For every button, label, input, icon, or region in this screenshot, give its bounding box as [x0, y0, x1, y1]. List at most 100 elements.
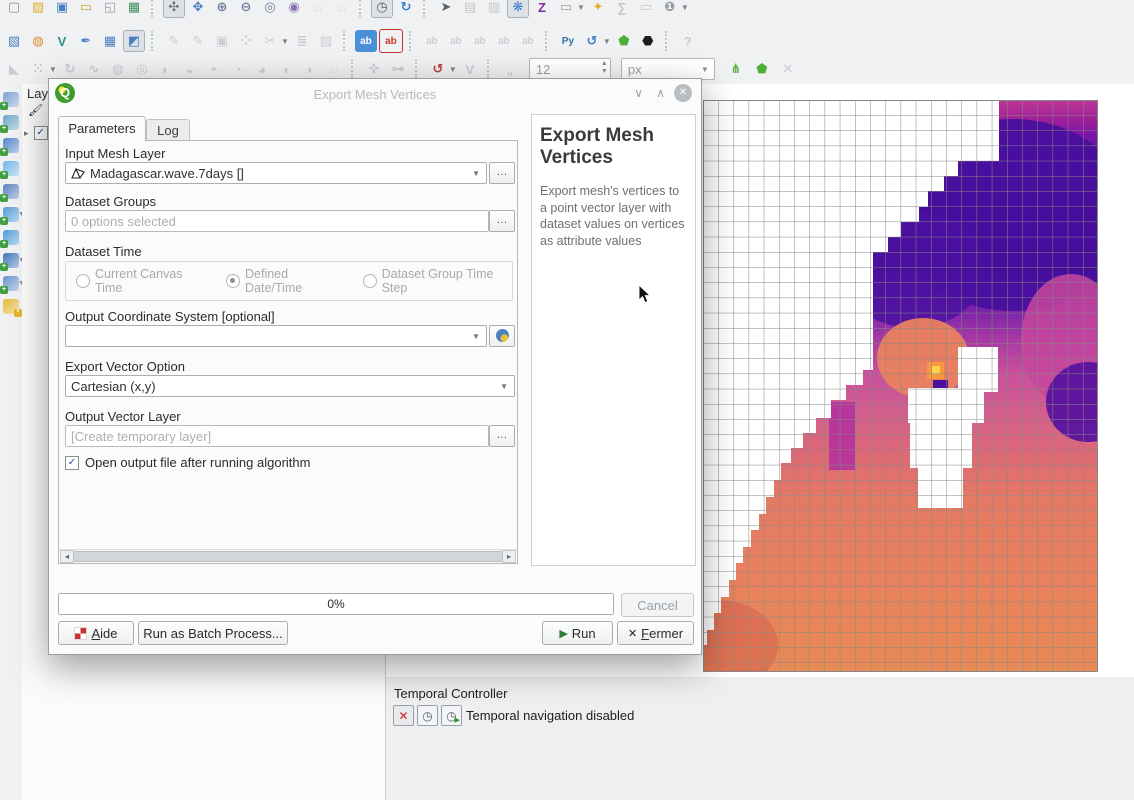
cancel-button[interactable]: Cancel: [621, 593, 694, 617]
output-vector-layer-field[interactable]: [Create temporary layer]: [65, 425, 489, 447]
add-oracle-layer-icon[interactable]: +▼: [3, 253, 19, 268]
add-mssql-layer-icon[interactable]: +: [3, 230, 19, 245]
multi-edit-icon[interactable]: ≣: [291, 30, 313, 52]
radio-current-canvas-time[interactable]: Current Canvas Time: [76, 267, 204, 295]
python-console-icon[interactable]: Py: [557, 30, 579, 52]
add-raster-layer-icon[interactable]: +: [3, 115, 19, 130]
reshape-icon[interactable]: ◕: [251, 58, 273, 80]
move-feature-icon[interactable]: ⁙: [27, 58, 49, 80]
radio-defined-datetime[interactable]: Defined Date/Time: [226, 267, 341, 295]
output-vector-layer-browse-button[interactable]: …: [489, 425, 515, 447]
chevron-down-icon[interactable]: ▼: [49, 65, 57, 74]
new-virtual-icon[interactable]: ▦: [99, 30, 121, 52]
simplify-feature-icon[interactable]: ∿: [83, 58, 105, 80]
processing-area-icon[interactable]: ⬟: [613, 30, 635, 52]
temporal-disable-button[interactable]: ✕: [393, 705, 414, 726]
chevron-down-icon[interactable]: ▼: [681, 3, 689, 12]
run-as-batch-button[interactable]: Run as Batch Process...: [138, 621, 288, 645]
rotate-feature-icon[interactable]: ↻: [59, 58, 81, 80]
export-vector-option-combo[interactable]: Cartesian (x,y) ▼: [65, 375, 515, 397]
dataset-groups-browse-button[interactable]: …: [489, 210, 515, 232]
style-brush-icon[interactable]: 🖌: [28, 103, 43, 117]
label-change-icon[interactable]: ab: [517, 30, 539, 52]
label-unit-combo[interactable]: px ▼: [621, 58, 715, 80]
vertex-tool-icon[interactable]: ✂: [259, 30, 281, 52]
save-project-icon[interactable]: ▣: [51, 0, 73, 18]
dialog-titlebar[interactable]: Q Export Mesh Vertices ∨ ∧ ✕: [49, 79, 701, 109]
chevron-down-icon[interactable]: ▼: [603, 37, 611, 46]
save-edits-icon[interactable]: ▣: [211, 30, 233, 52]
run-button[interactable]: ▶ Run: [542, 621, 613, 645]
digitize-icon[interactable]: ⁘: [235, 30, 257, 52]
chevron-down-icon[interactable]: ▼: [281, 37, 289, 46]
chevron-down-icon[interactable]: ▼: [577, 3, 585, 12]
undo-icon[interactable]: ↺: [581, 30, 603, 52]
help-button[interactable]: Aide: [58, 621, 134, 645]
tab-log[interactable]: Log: [146, 119, 190, 142]
label-show-icon[interactable]: ab: [445, 30, 467, 52]
vertex-marker-icon[interactable]: V: [459, 58, 481, 80]
zoom-next-icon[interactable]: ◌: [331, 0, 353, 18]
zoom-native-icon[interactable]: ◎: [259, 0, 281, 18]
scroll-left-icon[interactable]: ◂: [60, 550, 74, 563]
add-spatialite-layer-icon[interactable]: +▼: [3, 207, 19, 222]
add-postgis-layer-icon[interactable]: +: [3, 184, 19, 199]
scrollbar-thumb[interactable]: [73, 551, 503, 562]
zoom-out-icon[interactable]: ⊖: [235, 0, 257, 18]
layer-visibility-checkbox[interactable]: ✓: [34, 126, 48, 140]
text-quote-icon[interactable]: „: [499, 58, 521, 80]
add-virtual-layer-icon[interactable]: *: [3, 299, 19, 314]
temporal-z-icon[interactable]: Z: [531, 0, 553, 18]
offset-curve-icon[interactable]: ◔: [227, 58, 249, 80]
refresh-icon[interactable]: ↻: [395, 0, 417, 18]
chevron-down-icon[interactable]: ▼: [449, 65, 457, 74]
scroll-right-icon[interactable]: ▸: [502, 550, 516, 563]
delete-ring-icon[interactable]: ◒: [179, 58, 201, 80]
checkbox-checked-icon[interactable]: ✓: [65, 456, 79, 470]
add-ring-icon[interactable]: ◍: [107, 58, 129, 80]
snowflake-icon[interactable]: ❋: [507, 0, 529, 18]
new-shapefile-icon[interactable]: V: [51, 30, 73, 52]
crs-picker-button[interactable]: [489, 325, 515, 347]
node-tool-green-icon[interactable]: ⋔: [725, 58, 747, 80]
label-rotate-icon[interactable]: ab: [493, 30, 515, 52]
split-features-icon[interactable]: ◖: [275, 58, 297, 80]
tab-parameters[interactable]: Parameters: [58, 116, 146, 142]
temporal-animated-button[interactable]: ◷ ▶: [441, 705, 462, 726]
radio-dataset-group-time-step[interactable]: Dataset Group Time Step: [363, 267, 512, 295]
debug-bug-icon[interactable]: ⬣: [637, 30, 659, 52]
open-output-checkbox-row[interactable]: ✓ Open output file after running algorit…: [65, 455, 310, 470]
add-part-icon[interactable]: ◎: [131, 58, 153, 80]
undo-edit-icon[interactable]: ▨: [315, 30, 337, 52]
new-project-icon[interactable]: ▢: [3, 0, 25, 18]
label-move-icon[interactable]: ab: [469, 30, 491, 52]
datasource-manager-icon[interactable]: ▧: [3, 30, 25, 52]
output-crs-combo[interactable]: ▼: [65, 325, 487, 347]
layer-tree-row[interactable]: ▸ ✓: [24, 126, 48, 140]
zoom-full-icon[interactable]: ◉: [283, 0, 305, 18]
layout-manager-icon[interactable]: ▭: [75, 0, 97, 18]
expander-icon[interactable]: ▸: [24, 128, 29, 139]
style-manager-icon[interactable]: ▦: [123, 0, 145, 18]
open-project-icon[interactable]: ▨: [27, 0, 49, 18]
horizontal-scrollbar[interactable]: ◂ ▸: [60, 549, 516, 562]
trim-extend-icon[interactable]: ⊶: [387, 58, 409, 80]
add-wms-layer-icon[interactable]: +▼: [3, 276, 19, 291]
rolldown-icon[interactable]: ∨: [634, 86, 643, 100]
statistics-icon[interactable]: ∑: [611, 0, 633, 18]
delete-part-icon[interactable]: ◓: [203, 58, 225, 80]
search-layout-icon[interactable]: ◱: [99, 0, 121, 18]
delete-selected-icon[interactable]: ✕: [777, 58, 799, 80]
mesh-calculator-icon[interactable]: ◩: [123, 30, 145, 52]
open-table-icon[interactable]: ▥: [483, 0, 505, 18]
identify-icon[interactable]: ➤: [435, 0, 457, 18]
label-pin-icon[interactable]: ab: [421, 30, 443, 52]
temporal-fixed-range-button[interactable]: ◷: [417, 705, 438, 726]
add-mesh-layer-icon[interactable]: +: [3, 138, 19, 153]
temporal-control-icon[interactable]: ◷: [371, 0, 393, 18]
pan-selection-icon[interactable]: ✥: [187, 0, 209, 18]
close-icon[interactable]: ✕: [674, 84, 692, 102]
advanced-digitize-icon[interactable]: ◣: [3, 58, 25, 80]
close-dialog-button[interactable]: ✕ Fermer: [617, 621, 694, 645]
zoom-last-icon[interactable]: ◌: [307, 0, 329, 18]
